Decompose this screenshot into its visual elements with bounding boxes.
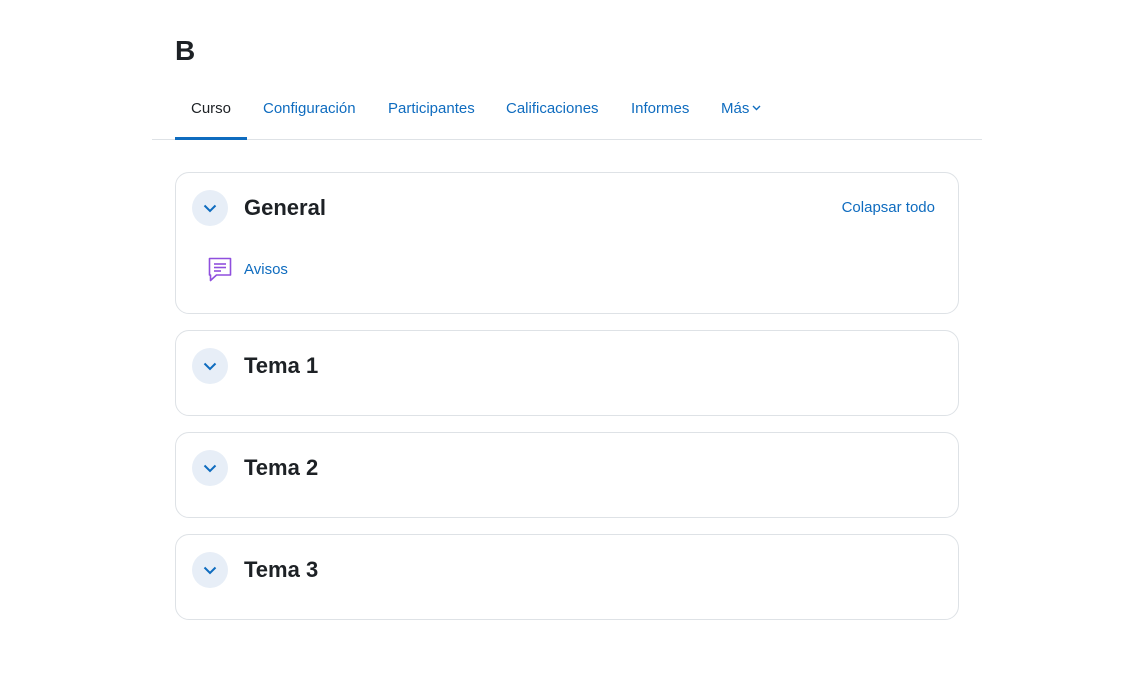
section-title[interactable]: Tema 3 [244,555,318,585]
tab-curso[interactable]: Curso [174,88,248,140]
section-title[interactable]: Tema 2 [244,453,318,483]
tab-calificaciones[interactable]: Calificaciones [506,88,599,139]
course-secondary-nav: Curso Configuración Participantes Califi… [152,88,982,140]
tab-informes[interactable]: Informes [631,88,689,139]
activity-avisos[interactable]: Avisos [206,255,288,283]
tab-mas-label: Más [721,100,750,117]
section-title[interactable]: General [244,193,326,223]
course-title: B [175,35,196,66]
section-toggle-button[interactable] [192,348,228,384]
chevron-down-icon [203,464,217,472]
section-toggle-button[interactable] [192,552,228,588]
chevron-down-icon [203,566,217,574]
section-tema-1: Tema 1 [175,330,959,416]
tab-participantes[interactable]: Participantes [388,88,475,139]
section-toggle-button[interactable] [192,190,228,226]
forum-icon [208,257,232,282]
chevron-down-icon [203,362,217,370]
collapse-all-link[interactable]: Colapsar todo [842,199,935,216]
section-tema-2: Tema 2 [175,432,959,518]
chevron-down-icon [752,105,761,111]
chevron-down-icon [203,204,217,212]
tab-configuracion[interactable]: Configuración [263,88,356,139]
section-toggle-button[interactable] [192,450,228,486]
activity-label: Avisos [244,260,288,278]
section-tema-3: Tema 3 [175,534,959,620]
tab-mas[interactable]: Más [721,88,761,139]
section-general: General Colapsar todo Avisos [175,172,959,314]
section-title[interactable]: Tema 1 [244,351,318,381]
